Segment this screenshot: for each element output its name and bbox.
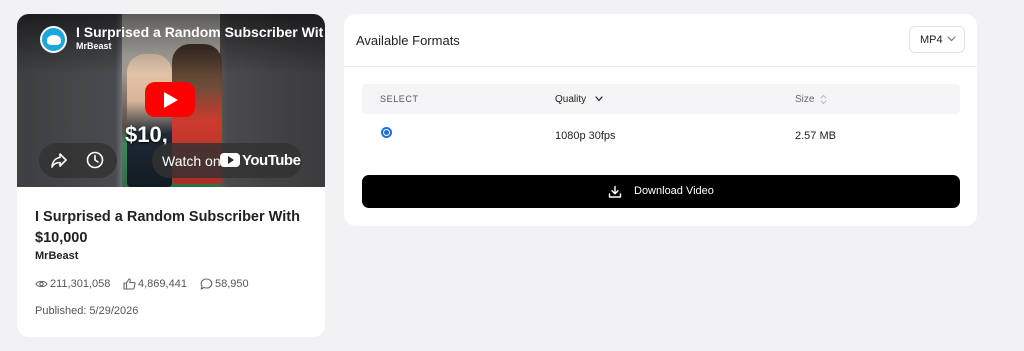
video-card: $10, I Surprised a Random Subscriber Wit… [17,14,325,337]
eye-icon [35,280,48,288]
formats-panel-title: Available Formats [356,33,460,48]
watch-on-label: Watch on [162,153,221,169]
video-embed[interactable]: $10, I Surprised a Random Subscriber Wit… [17,14,325,187]
sort-chevron-down-icon [595,96,603,102]
embed-channel-name[interactable]: MrBeast [76,41,112,51]
comment-icon [200,278,213,290]
column-quality-label: Quality [555,94,587,105]
comments-count: 58,950 [215,278,249,290]
format-row[interactable]: 1080p 30fps 2.57 MB [362,114,960,159]
download-icon [608,185,622,198]
formats-panel: Available Formats MP4 SELECT Quality Siz… [344,14,977,226]
youtube-logo-icon [220,153,240,167]
column-select: SELECT [380,94,419,104]
embed-video-title[interactable]: I Surprised a Random Subscriber Wit [76,24,323,40]
likes-count: 4,869,441 [138,278,187,290]
youtube-wordmark: YouTube [242,152,301,169]
format-dropdown-value: MP4 [920,34,943,46]
channel-avatar[interactable] [40,26,67,53]
thumbs-up-icon [123,278,136,290]
format-dropdown[interactable]: MP4 [909,26,965,53]
embed-controls [39,143,117,178]
play-icon [164,92,178,108]
column-size-label: Size [795,94,815,105]
share-icon[interactable] [49,150,69,170]
watch-later-icon[interactable] [85,150,105,170]
format-radio[interactable] [381,127,392,138]
published-date: Published: 5/29/2026 [35,305,139,317]
formats-table-header: SELECT Quality Size [362,84,960,114]
chevron-down-icon [947,36,956,42]
channel-name: MrBeast [35,250,79,262]
video-title: I Surprised a Random Subscriber With $10… [35,209,300,246]
download-video-button[interactable]: Download Video [362,175,960,208]
views-count: 211,301,058 [50,278,111,290]
column-size[interactable]: Size [795,94,827,105]
play-button[interactable] [145,82,195,117]
format-quality: 1080p 30fps [555,130,616,142]
column-quality[interactable]: Quality [555,94,603,105]
watch-on-youtube-button[interactable]: Watch on YouTube [152,143,302,178]
sort-icon [820,94,827,105]
format-size: 2.57 MB [795,130,836,142]
download-video-label: Download Video [634,185,714,197]
formats-panel-header: Available Formats MP4 [344,14,977,67]
